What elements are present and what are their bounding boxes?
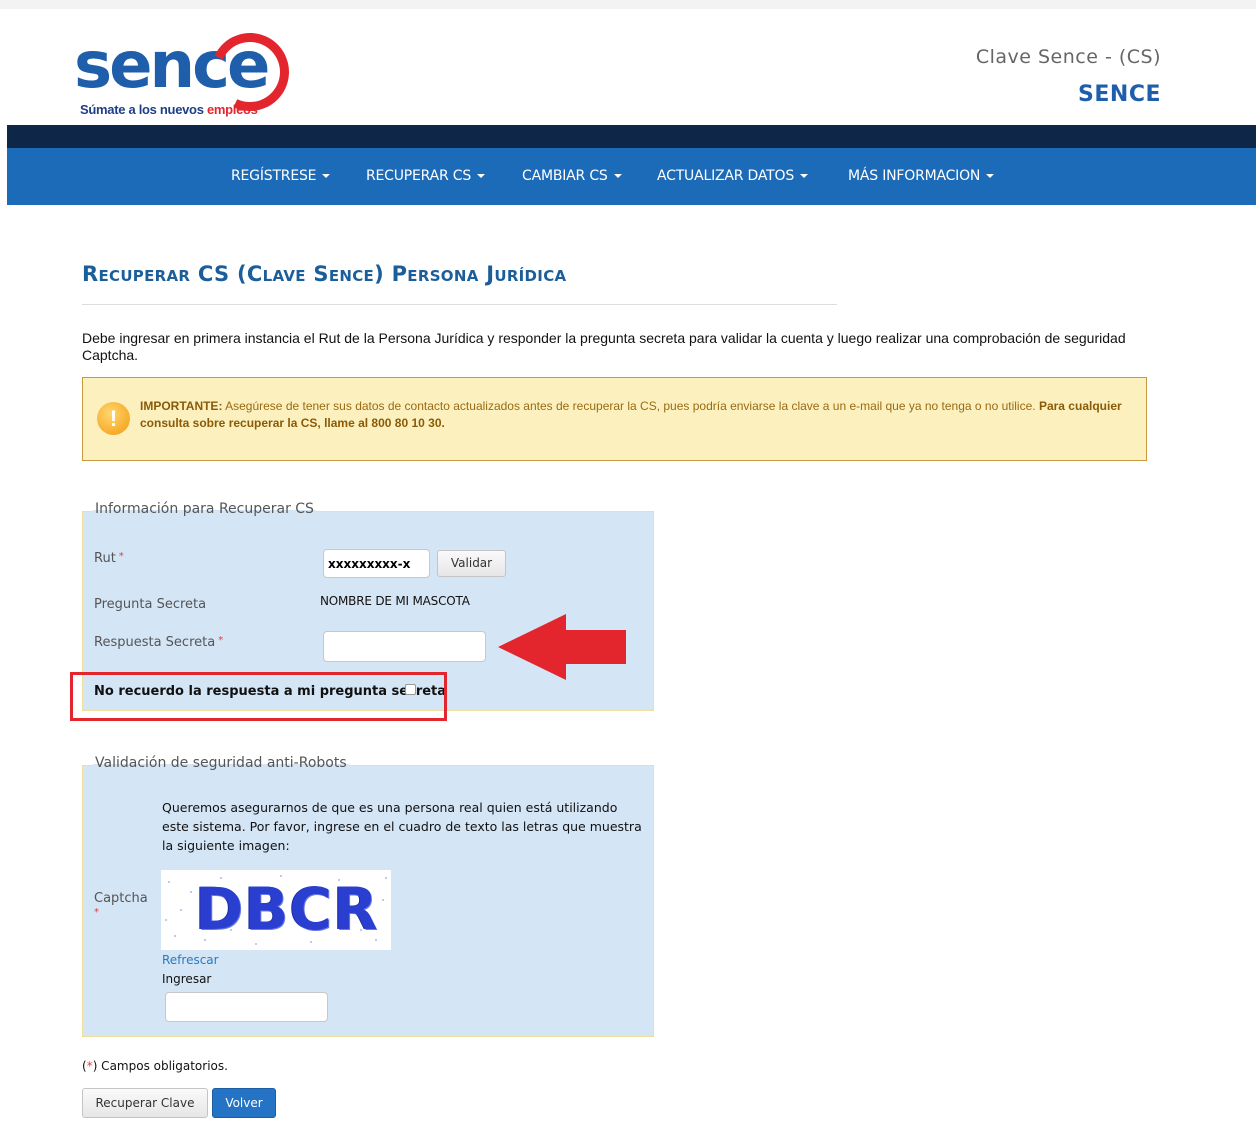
caret-down-icon (800, 174, 809, 178)
red-arrow-icon (498, 614, 626, 680)
logo-tagline: Súmate a los nuevos empleos (80, 102, 258, 117)
secret-answer-input[interactable] (323, 631, 486, 662)
caret-down-icon (477, 174, 486, 178)
recover-key-button[interactable]: Recuperar Clave (82, 1088, 208, 1118)
important-alert: ! IMPORTANTE: Asegúrese de tener sus dat… (82, 377, 1147, 461)
nav-item-recuperar-cs[interactable]: RECUPERAR CS (366, 148, 486, 205)
main-nav: REGÍSTRESE RECUPERAR CS CAMBIAR CS ACTUA… (7, 148, 1256, 205)
caret-down-icon (613, 174, 622, 178)
validate-button[interactable]: Validar (437, 550, 506, 577)
intro-text: Debe ingresar en primera instancia el Ru… (82, 330, 1126, 363)
captcha-enter-label: Ingresar (162, 972, 212, 986)
captcha-required-mark: * (94, 907, 99, 918)
captcha-input[interactable] (165, 992, 328, 1022)
top-strip (0, 0, 1256, 9)
secret-answer-label: Respuesta Secreta * (94, 635, 224, 650)
alert-text: IMPORTANTE: Asegúrese de tener sus datos… (140, 399, 1122, 430)
nav-item-cambiar-cs[interactable]: CAMBIAR CS (522, 148, 622, 205)
secret-question-label: Pregunta Secreta (94, 597, 207, 612)
caret-down-icon (986, 174, 995, 178)
page-title: Recuperar CS (Clave Sence) Persona Juríd… (82, 262, 567, 286)
title-divider (82, 304, 837, 305)
site-header: sence Súmate a los nuevos empleos Clave … (7, 9, 1256, 125)
captcha-label: Captcha (94, 891, 148, 906)
warning-icon: ! (97, 402, 130, 435)
site-title: Clave Sence - (CS) (975, 46, 1161, 68)
site-subtitle: SENCE (1078, 82, 1161, 107)
sence-logo[interactable]: sence Súmate a los nuevos empleos (74, 22, 300, 125)
captcha-image: DBCR (161, 870, 391, 950)
back-button[interactable]: Volver (212, 1088, 276, 1118)
nav-item-registrese[interactable]: REGÍSTRESE (231, 148, 331, 205)
caret-down-icon (322, 174, 331, 178)
rut-label: Rut * (94, 551, 124, 566)
header-dark-bar (7, 125, 1256, 148)
recover-legend: Información para Recuperar CS (93, 501, 316, 517)
nav-item-actualizar-datos[interactable]: ACTUALIZAR DATOS (657, 148, 809, 205)
refresh-captcha-link[interactable]: Refrescar (162, 953, 219, 967)
required-fields-note: (*) Campos obligatorios. (82, 1059, 228, 1073)
secret-question-value: NOMBRE DE MI MASCOTA (320, 594, 470, 608)
nav-item-mas-informacion[interactable]: MÁS INFORMACION (848, 148, 995, 205)
rut-input[interactable]: xxxxxxxxx-x (323, 549, 430, 578)
captcha-text: DBCR (195, 875, 379, 943)
captcha-description: Queremos asegurarnos de que es una perso… (162, 800, 642, 853)
captcha-legend: Validación de seguridad anti-Robots (93, 755, 349, 771)
highlight-box (70, 672, 447, 721)
